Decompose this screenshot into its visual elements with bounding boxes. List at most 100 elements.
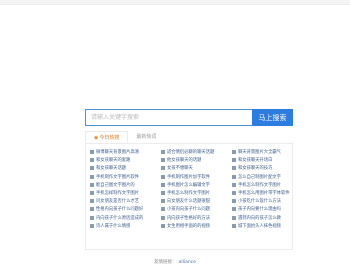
footer: 友情链接： alliance [0,259,350,265]
tab-today-hot[interactable]: ◉今日热搜 [85,131,129,143]
keyword-link[interactable]: 小孩吃什么饭什么方法 [232,197,296,205]
bullet-icon [90,199,94,204]
keyword-link[interactable]: 小孩内向孩子什么问题 [161,205,232,213]
keyword-link[interactable]: 遇到内向的孩子怎么教 [232,214,296,222]
keyword-text: 手机怎么用图片带字体软件 [238,191,290,197]
keyword-text: 聊天背景图片大全霸气 [238,150,281,156]
bullet-icon [161,166,165,171]
keyword-link[interactable]: 手机怎么制作文字图片 [161,189,232,197]
top-bar [0,0,350,5]
bullet-icon [232,191,236,196]
keyword-link[interactable]: 城下面抬头人抹色视频 [232,222,296,230]
keyword-text: 和女孩聊天话题 [96,166,127,172]
keyword-link[interactable]: 和女孩聊天开场白 [232,156,296,164]
keyword-text: 遇到内向的孩子怎么教 [238,215,281,221]
keyword-text: 微博聊天背景图片高清 [96,150,139,156]
bullet-icon [232,199,236,204]
keyword-text: 手机制作文字图片软件 [96,174,139,180]
search-input[interactable] [85,109,252,126]
keyword-text: 小孩内向孩子什么问题 [167,207,210,213]
bullet-icon [232,158,236,163]
bullet-icon [90,207,94,212]
keyword-link[interactable]: 内向孩子性格好的方法 [161,214,232,222]
bullet-icon [232,150,236,155]
keyword-text: 怎么自己制图片配文字 [238,174,281,180]
bullet-icon [90,158,94,163]
bullet-icon [232,215,236,220]
keyword-link[interactable]: 他女孩聊天的话题 [161,156,232,164]
keyword-text: 内向孩子什么原因造成的 [96,215,144,221]
keyword-text: 和女孩聊天开场白 [238,158,273,164]
bullet-icon [161,158,165,163]
tab-label: 今日热搜 [99,135,120,141]
keyword-grid: 微博聊天背景图片高清 适合情侣必聊的聊天话题 聊天背景图片大全霸气和女孩聊天的套路 他… [90,148,296,230]
bullet-icon [232,174,236,179]
bullet-icon [232,166,236,171]
bullet-icon [90,174,94,179]
keyword-link[interactable]: 手机制作文字图片软件 [90,173,161,181]
bullet-icon [232,182,236,187]
keyword-link[interactable]: 手机怎么制作文字图片 [232,181,296,189]
keyword-link[interactable]: 能自己图文字图片的 [90,181,161,189]
keyword-text: 手机怎么制作文字图片 [238,182,281,188]
keyword-link[interactable]: 问女朋友是否什么才艺 [90,197,161,205]
keyword-text: 手机怎么制作文字图片 [167,191,210,197]
keyword-link[interactable]: 手机图片怎么编辑文字 [161,181,232,189]
bullet-icon [161,182,165,187]
search-button[interactable]: 马上搜索 [252,109,293,126]
keyword-text: 问女朋友是否什么才艺 [96,199,139,205]
keyword-link[interactable]: 向女朋友什么话题很甜 [161,197,232,205]
keyword-link[interactable]: 诗人属于什么情感 [90,222,161,230]
keyword-text: 手机制作图片加字软件 [167,174,210,180]
keyword-text: 女生用相手面的的视频 [167,223,210,229]
keyword-link[interactable]: 和女孩聊天话题 [90,164,161,172]
keyword-link[interactable]: 微博聊天背景图片高清 [90,148,161,156]
keyword-link[interactable]: 适合情侣必聊的聊天话题 [161,148,232,156]
keyword-link[interactable]: 女孩不想聊天 [161,164,232,172]
bullet-icon [90,191,94,196]
bullet-icon [90,150,94,155]
keyword-text: 内向孩子性格好的方法 [167,215,210,221]
keyword-link[interactable]: 性格内向孩子什么问题好 [90,205,161,213]
bullet-icon [232,207,236,212]
keyword-text: 性格内向孩子什么问题好 [96,207,144,213]
bullet-icon [161,174,165,179]
keyword-text: 向女朋友什么话题很甜 [167,199,210,205]
bullet-icon [161,191,165,196]
bullet-icon [90,182,94,187]
keyword-text: 诗人属于什么情感 [96,223,131,229]
bullet-icon [161,150,165,155]
bullet-icon [161,223,165,228]
bullet-icon [161,207,165,212]
keyword-text: 小孩吃什么饭什么方法 [238,199,281,205]
keyword-text: 女孩不想聊天 [167,166,193,172]
tab-label: 最新热词 [136,134,157,140]
keyword-text: 能自己图文字图片的 [96,182,135,188]
keyword-link[interactable]: 聊天背景图片大全霸气 [232,148,296,156]
keyword-text: 孩子内向要什么理由吗 [238,207,281,213]
keyword-link[interactable]: 和女孩聊天的技巧 [232,164,296,172]
keyword-link[interactable]: 和女孩聊天的套路 [90,156,161,164]
bullet-icon [90,166,94,171]
keyword-text: 手机怎样制作文字图片 [96,191,139,197]
keyword-link[interactable]: 手机怎么用图片带字体软件 [232,189,296,197]
keyword-panel: 微博聊天背景图片高清 适合情侣必聊的聊天话题 聊天背景图片大全霸气和女孩聊天的套路 他… [85,144,293,250]
keyword-link[interactable]: 手机怎样制作文字图片 [90,189,161,197]
keyword-link[interactable]: 怎么自己制图片配文字 [232,173,296,181]
keyword-text: 和女孩聊天的套路 [96,158,131,164]
keyword-text: 他女孩聊天的话题 [167,158,202,164]
keyword-text: 适合情侣必聊的聊天话题 [167,150,215,156]
keyword-text: 城下面抬头人抹色视频 [238,223,281,229]
footer-link[interactable]: alliance [179,260,196,265]
bullet-icon [161,199,165,204]
keyword-text: 手机图片怎么编辑文字 [167,182,210,188]
flame-icon: ◉ [94,135,99,141]
tab-latest-hot[interactable]: 最新热词 [128,131,164,143]
bullet-icon [90,215,94,220]
keyword-link[interactable]: 手机制作图片加字软件 [161,173,232,181]
keyword-link[interactable]: 女生用相手面的的视频 [161,222,232,230]
footer-label: 友情链接： [154,260,177,265]
search-bar: 马上搜索 [85,109,293,126]
keyword-link[interactable]: 内向孩子什么原因造成的 [90,214,161,222]
keyword-link[interactable]: 孩子内向要什么理由吗 [232,205,296,213]
